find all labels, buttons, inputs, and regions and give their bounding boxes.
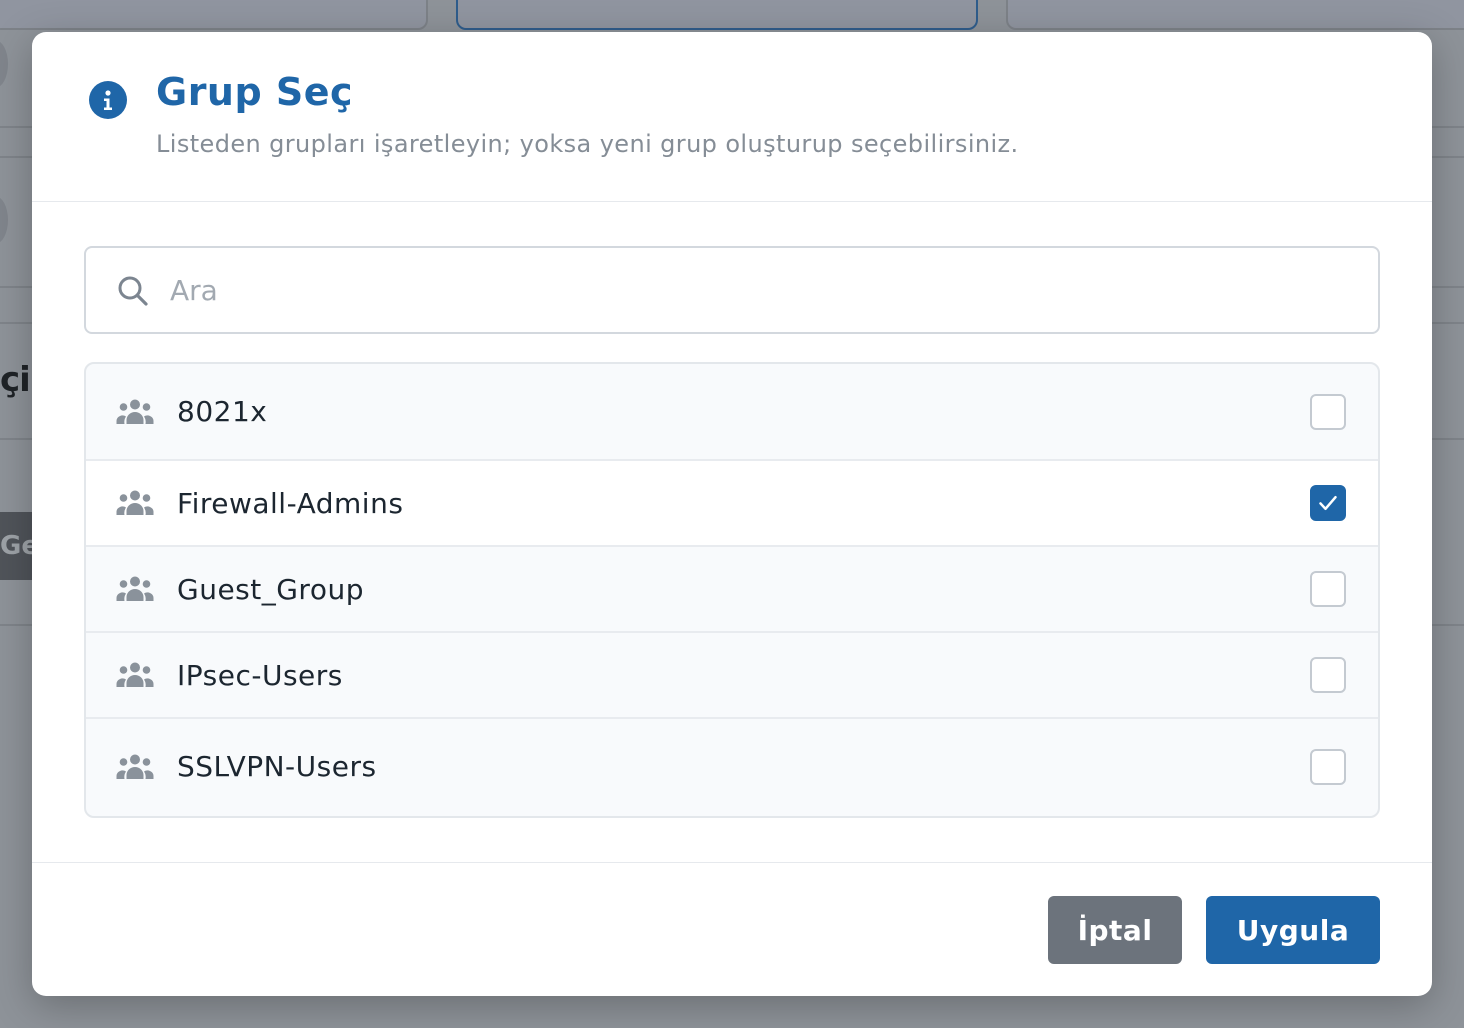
checkmark-icon <box>1313 488 1343 518</box>
group-checkbox[interactable] <box>1310 657 1346 693</box>
group-name: Firewall-Admins <box>177 486 404 520</box>
group-name: Guest_Group <box>177 572 364 606</box>
group-checkbox[interactable] <box>1310 748 1346 785</box>
search-field[interactable] <box>84 246 1380 334</box>
group-row[interactable]: SSLVPN-Users <box>86 719 1378 814</box>
modal-header: Grup Seç Listeden grupları işaretleyin; … <box>32 32 1432 202</box>
users-icon <box>116 398 154 426</box>
group-row[interactable]: 8021x <box>86 364 1378 461</box>
modal-title: Grup Seç <box>156 70 354 114</box>
group-name: IPsec-Users <box>177 658 343 692</box>
users-icon <box>116 753 154 781</box>
background-card <box>0 0 428 30</box>
users-icon <box>116 661 154 689</box>
group-checkbox[interactable] <box>1310 393 1346 430</box>
group-row[interactable]: IPsec-Users <box>86 633 1378 719</box>
background-card-active <box>456 0 978 30</box>
info-icon <box>89 81 127 119</box>
cancel-button[interactable]: İptal <box>1048 896 1182 964</box>
users-icon <box>116 489 154 517</box>
group-name: 8021x <box>177 395 268 428</box>
modal-subtitle: Listeden grupları işaretleyin; yoksa yen… <box>156 130 1019 158</box>
users-icon <box>116 575 154 603</box>
group-row[interactable]: Guest_Group <box>86 547 1378 633</box>
background-avatar <box>0 40 8 88</box>
group-list: 8021x Firewall-Admins Guest_Group IPsec-… <box>84 362 1380 818</box>
background-avatar <box>0 196 8 244</box>
group-checkbox[interactable] <box>1310 485 1346 521</box>
group-name: SSLVPN-Users <box>177 750 377 783</box>
apply-button[interactable]: Uygula <box>1206 896 1380 964</box>
group-select-modal: Grup Seç Listeden grupları işaretleyin; … <box>32 32 1432 996</box>
search-icon <box>118 276 148 306</box>
modal-footer: İptal Uygula <box>32 862 1432 996</box>
background-card <box>1006 0 1464 30</box>
search-input[interactable] <box>170 248 1350 332</box>
group-row[interactable]: Firewall-Admins <box>86 461 1378 547</box>
group-checkbox[interactable] <box>1310 571 1346 607</box>
